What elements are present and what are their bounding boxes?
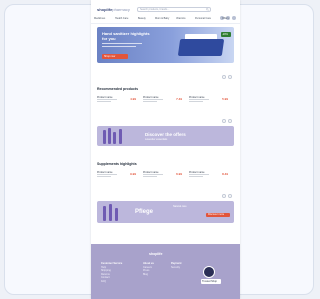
- promo1-title: Discover the offers: [145, 132, 186, 137]
- lavender-image: [115, 208, 118, 221]
- prev-arrow-icon[interactable]: [222, 75, 226, 79]
- hero-cta-button[interactable]: Shop now: [102, 54, 128, 59]
- lavender-image: [113, 132, 116, 144]
- hero-text-lines: [102, 43, 142, 49]
- lavender-image: [119, 129, 122, 144]
- next-arrow-icon[interactable]: [228, 119, 232, 123]
- product-card[interactable]: Product name 6.99: [143, 171, 185, 181]
- hero-badge: -20%: [221, 32, 231, 37]
- hero-title-line2: for you: [102, 36, 116, 41]
- highlights-title: Supplements highlights: [97, 162, 137, 166]
- product-card[interactable]: Product name 7.49: [143, 96, 185, 106]
- footer-heading: About us: [143, 262, 154, 265]
- footer-column-2: About us Careers Press Blog: [143, 262, 154, 276]
- product-card[interactable]: Product name 5.99: [189, 96, 231, 106]
- next-arrow-icon[interactable]: [228, 75, 232, 79]
- footer-column-1: Customer Service Help Shipping Returns C…: [101, 262, 122, 283]
- search-icon[interactable]: [206, 8, 209, 11]
- site-header: shoplifepharmacy Search products, brands…: [91, 5, 240, 20]
- lavender-image: [103, 130, 106, 144]
- footer-heading: Customer Service: [101, 262, 123, 265]
- footer-heading: Payment: [171, 262, 182, 265]
- hero-carousel-arrows: [220, 66, 232, 84]
- product-box-image: [177, 39, 225, 56]
- lavender-image: [108, 128, 111, 144]
- promo1-subtitle: Lavender essentials: [145, 138, 168, 141]
- recommended-title: Recommended products: [97, 87, 139, 91]
- promo-banner-care[interactable]: Pflege Natural care Discover more: [97, 201, 234, 223]
- search-placeholder: Search products, brands...: [140, 8, 170, 11]
- nav-item-mom-baby[interactable]: Mom & Baby: [155, 17, 169, 20]
- footer-logo[interactable]: shoplife: [149, 252, 162, 256]
- prev-arrow-icon[interactable]: [222, 194, 226, 198]
- search-input[interactable]: Search products, brands...: [137, 7, 211, 12]
- promo2-cta-button[interactable]: Discover more: [206, 213, 230, 217]
- site-footer: shoplife Customer Service Help Shipping …: [91, 244, 240, 299]
- avatar: [203, 266, 215, 278]
- product-card[interactable]: Product name 4.99: [97, 96, 139, 106]
- product-card[interactable]: Product name 9.99: [97, 171, 139, 181]
- site-logo[interactable]: shoplifepharmacy: [97, 7, 130, 12]
- hero-banner[interactable]: Hand sanitizer highlights for you Shop n…: [97, 27, 234, 63]
- footer-link[interactable]: Security: [171, 266, 181, 270]
- promo-banner-lavender[interactable]: Discover the offers Lavender essentials: [97, 126, 234, 146]
- website-preview: shoplifepharmacy Search products, brands…: [91, 0, 240, 299]
- highlights-row: Product name 9.99 Product name 6.99 Produc…: [97, 171, 234, 181]
- nav-item-offers[interactable]: Offers: [222, 17, 229, 20]
- recommended-row: Product name 4.99 Product name 7.49 Produc…: [97, 96, 234, 106]
- footer-column-3: Payment Security: [171, 262, 181, 269]
- nav-item-vitamins[interactable]: Vitamins: [176, 17, 186, 20]
- next-arrow-icon[interactable]: [228, 194, 232, 198]
- footer-link[interactable]: Blog: [143, 273, 154, 277]
- footer-link[interactable]: FAQ: [101, 280, 122, 284]
- lavender-image: [103, 206, 106, 221]
- lavender-image: [109, 204, 112, 221]
- nav-item-personal-care[interactable]: Personal Care: [195, 17, 211, 20]
- nav-item-health-care[interactable]: Health Care: [115, 17, 128, 20]
- prev-arrow-icon[interactable]: [222, 119, 226, 123]
- promo2-title: Pflege: [135, 209, 154, 215]
- main-nav: Medicines Health Care Beauty Mom & Baby …: [91, 17, 240, 24]
- trust-badge[interactable]: Trusted Shop: [201, 279, 221, 284]
- product-card[interactable]: Product name 8.49: [189, 171, 231, 181]
- nav-item-beauty[interactable]: Beauty: [138, 17, 146, 20]
- nav-item-medicines[interactable]: Medicines: [94, 17, 105, 20]
- promo2-subtitle: Natural care: [173, 205, 187, 208]
